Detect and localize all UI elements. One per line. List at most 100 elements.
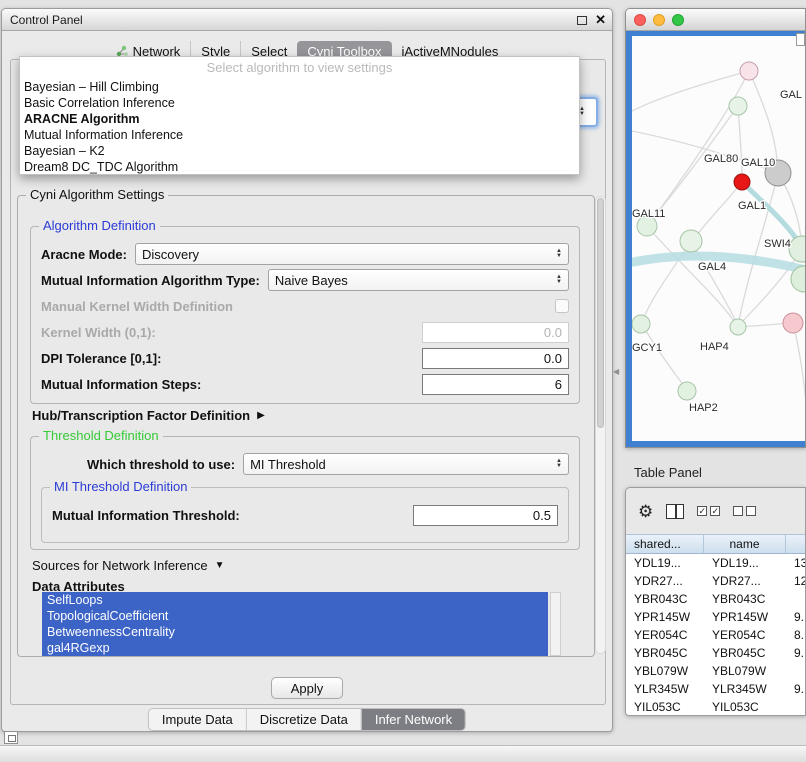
mi-threshold-group-title: MI Threshold Definition xyxy=(50,479,191,494)
network-node[interactable] xyxy=(734,174,750,190)
attributes-scrollbar[interactable] xyxy=(550,592,561,656)
table-row[interactable]: YBL079WYBL079W xyxy=(626,662,805,680)
attribute-item[interactable]: BetweennessCentrality xyxy=(42,624,548,640)
combo-arrows-icon: ▲▼ xyxy=(556,459,562,469)
network-node-label: GAL xyxy=(780,89,802,101)
select-all-icon[interactable]: ✓ ✓ xyxy=(697,506,720,516)
table-cell xyxy=(786,590,805,608)
zoom-traffic-light[interactable] xyxy=(672,14,684,26)
table-row[interactable]: YDR27...YDR27...12 xyxy=(626,572,805,590)
network-node[interactable] xyxy=(789,236,806,262)
control-panel-window: Control Panel ✕ Network Style Select Cyn… xyxy=(1,8,613,732)
table-cell: YPR145W xyxy=(626,608,704,626)
mi-threshold-label: Mutual Information Threshold: xyxy=(52,508,240,523)
aracne-mode-value: Discovery xyxy=(142,247,556,262)
table-cell: YIL053C xyxy=(704,698,786,716)
table-row[interactable]: YBR045CYBR045C9. xyxy=(626,644,805,662)
table-cell: 8. xyxy=(786,626,805,644)
network-node-label: HAP4 xyxy=(700,341,729,353)
network-node[interactable] xyxy=(730,319,746,335)
mi-type-combo[interactable]: Naive Bayes ▲▼ xyxy=(268,269,569,291)
data-attributes-list[interactable]: SelfLoopsTopologicalCoefficientBetweenne… xyxy=(42,592,548,656)
hub-definition-toggle[interactable]: Hub/Transcription Factor Definition ▶ xyxy=(32,408,265,423)
algorithm-option[interactable]: Dream8 DC_TDC Algorithm xyxy=(20,159,579,175)
control-panel-titlebar: Control Panel ✕ xyxy=(2,9,612,31)
dpi-tolerance-field[interactable]: 0.0 xyxy=(422,348,569,369)
kernel-width-field[interactable]: 0.0 xyxy=(422,322,569,343)
tab-impute-data[interactable]: Impute Data xyxy=(149,709,246,730)
network-node[interactable] xyxy=(680,230,702,252)
collapse-down-icon: ▼ xyxy=(215,560,225,571)
network-node[interactable] xyxy=(740,62,758,80)
table-cell: 9. xyxy=(786,680,805,698)
checked-box-icon: ✓ xyxy=(710,506,720,516)
network-canvas-svg: GALGAL80GAL10GAL11GAL1SWI4GAL4GCY1HAP4HA… xyxy=(632,36,806,441)
algorithm-option[interactable]: Bayesian – K2 xyxy=(20,143,579,159)
panel-splitter-icon[interactable]: ◀ xyxy=(613,367,619,376)
algorithm-option[interactable]: ARACNE Algorithm xyxy=(20,111,579,127)
network-node-label: GAL10 xyxy=(741,157,775,169)
network-selected-frame: GALGAL80GAL10GAL11GAL1SWI4GAL4GCY1HAP4HA… xyxy=(626,31,805,447)
which-threshold-combo[interactable]: MI Threshold ▲▼ xyxy=(243,453,569,475)
algorithm-popup-list: Bayesian – Hill ClimbingBasic Correlatio… xyxy=(20,79,579,175)
apply-button[interactable]: Apply xyxy=(271,677,343,699)
tab-infer-network[interactable]: Infer Network xyxy=(361,709,465,730)
table-row[interactable]: YPR145WYPR145W9. xyxy=(626,608,805,626)
which-threshold-label: Which threshold to use: xyxy=(87,457,235,472)
float-window-icon[interactable] xyxy=(577,16,587,25)
network-node-label: SWI4 xyxy=(764,238,791,250)
table-row[interactable]: YBR043CYBR043C xyxy=(626,590,805,608)
column-header[interactable]: name xyxy=(704,535,786,553)
scrollbar-thumb[interactable] xyxy=(597,198,604,428)
table-cell: YBR045C xyxy=(704,644,786,662)
mi-steps-field[interactable]: 6 xyxy=(422,374,569,395)
column-header[interactable]: shared... xyxy=(626,535,704,553)
columns-icon[interactable] xyxy=(666,504,684,519)
mi-threshold-field[interactable]: 0.5 xyxy=(413,505,558,526)
attribute-item[interactable]: SelfLoops xyxy=(42,592,548,608)
gear-icon[interactable]: ⚙ xyxy=(638,503,653,520)
settings-scrollbar[interactable] xyxy=(595,196,606,654)
aracne-mode-combo[interactable]: Discovery ▲▼ xyxy=(135,243,569,265)
mi-steps-label: Mutual Information Steps: xyxy=(41,377,201,392)
table-row[interactable]: YER054CYER054C8. xyxy=(626,626,805,644)
table-row[interactable]: YLR345WYLR345W9. xyxy=(626,680,805,698)
tab-discretize-data[interactable]: Discretize Data xyxy=(246,709,361,730)
cyni-bottom-tabbar: Impute Data Discretize Data Infer Networ… xyxy=(148,708,466,731)
network-canvas[interactable]: GALGAL80GAL10GAL11GAL1SWI4GAL4GCY1HAP4HA… xyxy=(632,36,806,441)
restore-panel-icon[interactable] xyxy=(4,731,18,744)
table-cell: YBR043C xyxy=(626,590,704,608)
network-node-label: GAL4 xyxy=(698,261,726,273)
attribute-item[interactable]: TopologicalCoefficient xyxy=(42,608,548,624)
network-node[interactable] xyxy=(729,97,747,115)
close-traffic-light[interactable] xyxy=(634,14,646,26)
algorithm-option[interactable]: Mutual Information Inference xyxy=(20,127,579,143)
table-row[interactable]: YDL19...YDL19...13 xyxy=(626,554,805,572)
which-threshold-value: MI Threshold xyxy=(250,457,556,472)
network-node[interactable] xyxy=(632,315,650,333)
network-titlebar xyxy=(626,9,805,31)
checked-box-icon: ✓ xyxy=(697,506,707,516)
table-cell: YDR27... xyxy=(704,572,786,590)
network-node[interactable] xyxy=(678,382,696,400)
minimize-traffic-light[interactable] xyxy=(653,14,665,26)
network-view-window: GALGAL80GAL10GAL11GAL1SWI4GAL4GCY1HAP4HA… xyxy=(625,8,806,448)
algorithm-option[interactable]: Bayesian – Hill Climbing xyxy=(20,79,579,95)
table-cell: YER054C xyxy=(626,626,704,644)
table-row[interactable]: YIL053CYIL053C xyxy=(626,698,805,716)
network-scrollbar-nub[interactable] xyxy=(796,33,805,46)
network-node[interactable] xyxy=(783,313,803,333)
algorithm-option[interactable]: Basic Correlation Inference xyxy=(20,95,579,111)
network-node-label: GAL11 xyxy=(632,208,665,220)
close-icon[interactable]: ✕ xyxy=(595,14,606,26)
table-cell: YBR045C xyxy=(626,644,704,662)
table-cell: YDL19... xyxy=(626,554,704,572)
attribute-item[interactable]: gal4RGexp xyxy=(42,640,548,656)
combo-arrows-icon: ▲▼ xyxy=(556,275,562,285)
manual-kernel-width-checkbox[interactable] xyxy=(555,299,569,313)
sources-toggle[interactable]: Sources for Network Inference ▼ xyxy=(32,558,224,573)
window-title: Control Panel xyxy=(10,13,83,27)
deselect-all-icon[interactable] xyxy=(733,506,756,516)
column-header[interactable] xyxy=(786,535,806,553)
mi-type-label: Mutual Information Algorithm Type: xyxy=(41,273,260,288)
